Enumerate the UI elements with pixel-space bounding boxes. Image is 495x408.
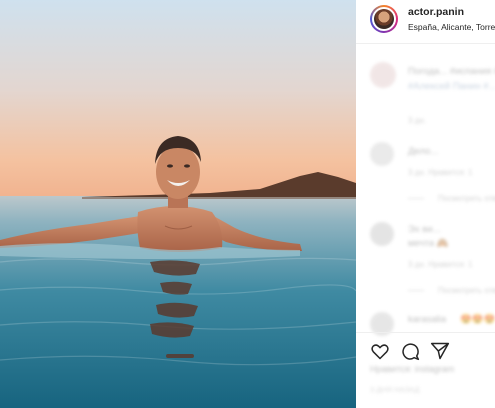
comment-emoji: 😍😍😍	[460, 314, 495, 325]
username-link[interactable]: actor.panin	[408, 6, 464, 18]
likes-count[interactable]: Нравится: instagram	[370, 364, 454, 374]
divider	[408, 198, 424, 199]
comment-hashtags: #Алексей Панин #...	[408, 81, 495, 92]
comment-meta: 3 дн. Нравится: 1	[408, 168, 473, 177]
view-replies-link[interactable]: Посмотреть ответы	[438, 194, 495, 203]
post-photo[interactable]	[0, 0, 356, 408]
avatar[interactable]	[370, 5, 398, 33]
share-icon[interactable]	[430, 341, 450, 361]
comment-text: Дело...	[408, 146, 439, 157]
avatar[interactable]	[370, 222, 394, 246]
view-replies-link[interactable]: Посмотреть ответы	[438, 286, 495, 295]
comment-meta: 3 дн. Нравится: 1	[408, 260, 473, 269]
divider	[408, 290, 424, 291]
location-link[interactable]: España, Alicante, Torrevieja	[408, 22, 495, 32]
comment-meta: 3 дн.	[408, 116, 426, 125]
heart-icon[interactable]	[370, 341, 390, 361]
comment-text: Эх ви...	[408, 224, 441, 235]
post-header: actor.panin España, Alicante, Torrevieja	[356, 0, 495, 44]
avatar-image	[374, 9, 394, 29]
comment-text: Погода... #испания #пляж	[408, 66, 495, 77]
instagram-post-viewer: actor.panin España, Alicante, Torrevieja…	[0, 0, 495, 408]
post-date: 3 ДНЯ НАЗАД	[370, 385, 420, 394]
comment-text-line2: мечта 🙈	[408, 238, 449, 249]
comment-text: karasalia	[408, 314, 447, 325]
comment-icon[interactable]	[400, 341, 420, 361]
sunset-sea-photo	[0, 0, 356, 408]
post-actions	[356, 332, 495, 362]
avatar[interactable]	[370, 62, 396, 88]
avatar[interactable]	[370, 142, 394, 166]
post-sidebar: actor.panin España, Alicante, Torrevieja…	[356, 0, 495, 408]
